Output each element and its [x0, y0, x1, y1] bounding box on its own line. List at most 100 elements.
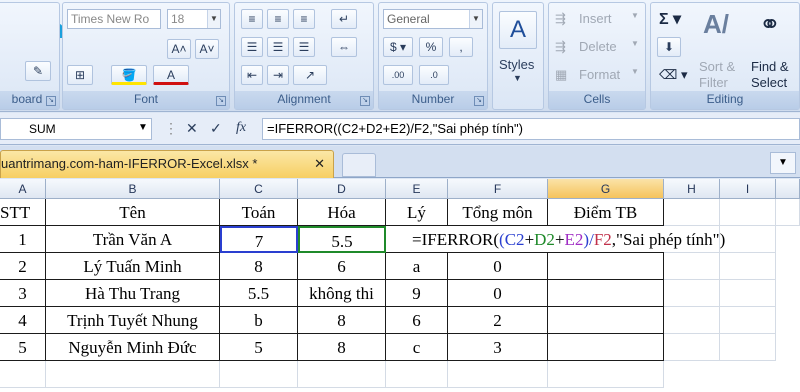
cell-i1[interactable] — [720, 199, 776, 226]
fill-color-button[interactable]: 🪣 — [111, 65, 147, 85]
column-header-h[interactable]: H — [664, 179, 720, 199]
column-header-b[interactable]: B — [46, 179, 220, 199]
insert-dropdown-icon[interactable]: ▼ — [631, 11, 639, 20]
row4-tong[interactable]: 2 — [448, 307, 548, 334]
sort-filter-icon[interactable]: A/ — [703, 9, 729, 40]
format-painter-button[interactable]: ✎ — [25, 61, 51, 81]
find-select-label-1[interactable]: Find & — [751, 59, 789, 74]
column-header-f[interactable]: F — [448, 179, 548, 199]
row1-ten[interactable]: Trần Văn A — [46, 226, 220, 253]
row2-diem[interactable] — [548, 253, 664, 280]
font-launcher-icon[interactable]: ↘ — [216, 96, 226, 106]
cell-i2[interactable] — [720, 226, 776, 253]
currency-button[interactable]: $ ▾ — [383, 37, 413, 57]
row1-hoa[interactable]: 5.5 — [298, 226, 386, 253]
column-header-g[interactable]: G — [548, 179, 664, 199]
insert-button[interactable]: Insert — [579, 11, 612, 26]
cell-i6[interactable] — [720, 334, 776, 361]
orientation-button[interactable]: ↗ — [293, 65, 327, 85]
row3-tong[interactable]: 0 — [448, 280, 548, 307]
font-color-button[interactable]: A — [153, 65, 189, 85]
row5-toan[interactable]: 5 — [220, 334, 298, 361]
new-tab-button[interactable] — [342, 153, 376, 177]
header-tong-mon[interactable]: Tổng môn — [448, 199, 548, 226]
row4-ly[interactable]: 6 — [386, 307, 448, 334]
cell-h6[interactable] — [664, 334, 720, 361]
alignment-launcher-icon[interactable]: ↘ — [360, 96, 370, 106]
column-header-e[interactable]: E — [386, 179, 448, 199]
workbook-tab[interactable]: uantrimang.com-ham-IFERROR-Excel.xlsx * … — [0, 150, 334, 178]
row2-ten[interactable]: Lý Tuấn Minh — [46, 253, 220, 280]
cell-e7[interactable] — [386, 361, 448, 388]
comma-button[interactable]: , — [449, 37, 473, 57]
cell-i5[interactable] — [720, 307, 776, 334]
row4-diem[interactable] — [548, 307, 664, 334]
cell-d7[interactable] — [298, 361, 386, 388]
wrap-text-button[interactable]: ↵ — [331, 9, 357, 29]
row2-toan[interactable]: 8 — [220, 253, 298, 280]
row2-ly[interactable]: a — [386, 253, 448, 280]
row4-toan[interactable]: b — [220, 307, 298, 334]
enter-icon[interactable]: ✓ — [210, 120, 222, 137]
header-hoa[interactable]: Hóa — [298, 199, 386, 226]
row2-stt[interactable]: 2 — [0, 253, 46, 280]
font-size-dropdown-icon[interactable]: ▼ — [207, 10, 220, 28]
header-diem-tb[interactable]: Điểm TB — [548, 199, 664, 226]
grow-font-button[interactable]: A˄ — [167, 39, 191, 59]
binoculars-icon[interactable]: ⚭ — [759, 9, 781, 40]
header-stt[interactable]: STT — [0, 199, 46, 226]
row5-ly[interactable]: c — [386, 334, 448, 361]
row4-hoa[interactable]: 8 — [298, 307, 386, 334]
row3-ten[interactable]: Hà Thu Trang — [46, 280, 220, 307]
cell-h1[interactable] — [664, 199, 720, 226]
number-format-dropdown-icon[interactable]: ▼ — [469, 10, 482, 28]
align-center-button[interactable]: ☰ — [267, 37, 289, 57]
sort-filter-label-2[interactable]: Filter — [699, 75, 728, 90]
row3-toan[interactable]: 5.5 — [220, 280, 298, 307]
row5-diem[interactable] — [548, 334, 664, 361]
column-header-d[interactable]: D — [298, 179, 386, 199]
cell-b7[interactable] — [46, 361, 220, 388]
row2-tong[interactable]: 0 — [448, 253, 548, 280]
row1-stt[interactable]: 1 — [0, 226, 46, 253]
align-middle-button[interactable]: ≡ — [267, 9, 289, 29]
number-format-combo[interactable]: General ▼ — [383, 9, 483, 29]
fill-button[interactable]: ⬇ — [657, 37, 681, 57]
increase-indent-button[interactable]: ⇥ — [267, 65, 289, 85]
decrease-decimal-button[interactable]: .0 — [419, 65, 449, 85]
cancel-icon[interactable]: ✕ — [186, 120, 198, 137]
row5-stt[interactable]: 5 — [0, 334, 46, 361]
header-ly[interactable]: Lý — [386, 199, 448, 226]
cell-f7[interactable] — [448, 361, 548, 388]
spreadsheet-grid[interactable]: A B C D E F G H I STT Tên Toán Hóa Lý Tổ… — [0, 179, 800, 392]
styles-icon[interactable]: A — [499, 11, 537, 49]
align-bottom-button[interactable]: ≡ — [293, 9, 315, 29]
borders-button[interactable]: ⊞ — [67, 65, 93, 85]
row1-toan[interactable]: 7 — [220, 226, 298, 253]
column-header-i[interactable]: I — [720, 179, 776, 199]
row2-hoa[interactable]: 6 — [298, 253, 386, 280]
tab-list-dropdown-icon[interactable]: ▼ — [770, 152, 796, 174]
find-select-label-2[interactable]: Select — [751, 75, 787, 90]
styles-button-label[interactable]: Styles — [499, 57, 534, 72]
row5-ten[interactable]: Nguyễn Minh Đức — [46, 334, 220, 361]
column-header-a[interactable]: A — [0, 179, 46, 199]
font-size-combo[interactable]: 18 ▼ — [167, 9, 221, 29]
decrease-indent-button[interactable]: ⇤ — [241, 65, 263, 85]
styles-dropdown-icon[interactable]: ▼ — [513, 73, 522, 83]
column-header-j[interactable] — [776, 179, 800, 199]
percent-button[interactable]: % — [419, 37, 443, 57]
close-tab-icon[interactable]: ✕ — [314, 151, 325, 177]
header-ten[interactable]: Tên — [46, 199, 220, 226]
clipboard-launcher-icon[interactable]: ↘ — [46, 96, 56, 106]
number-launcher-icon[interactable]: ↘ — [474, 96, 484, 106]
cell-i4[interactable] — [720, 280, 776, 307]
format-dropdown-icon[interactable]: ▼ — [631, 67, 639, 76]
column-header-c[interactable]: C — [220, 179, 298, 199]
format-button[interactable]: Format — [579, 67, 620, 82]
cell-h3[interactable] — [664, 253, 720, 280]
row4-stt[interactable]: 4 — [0, 307, 46, 334]
formula-input[interactable]: =IFERROR((C2+D2+E2)/F2,"Sai phép tính") — [262, 118, 800, 140]
shrink-font-button[interactable]: A˅ — [195, 39, 219, 59]
insert-function-icon[interactable]: fx — [236, 120, 246, 136]
